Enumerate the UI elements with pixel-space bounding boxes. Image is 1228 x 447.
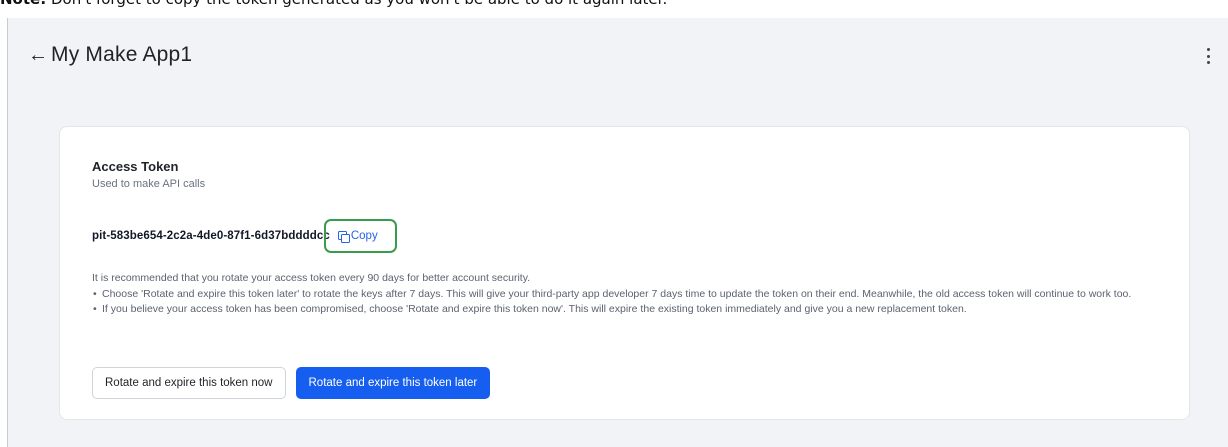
info-list: Choose 'Rotate and expire this token lat…	[92, 287, 1162, 318]
info-bullet: Choose 'Rotate and expire this token lat…	[92, 287, 1162, 303]
kebab-dot	[1206, 54, 1210, 58]
note-banner: Note: Don't forget to copy the token gen…	[0, 0, 1228, 10]
info-bullet: If you believe your access token has bee…	[92, 302, 1162, 318]
note-text: Don't forget to copy the token generated…	[46, 0, 667, 8]
rotate-later-button[interactable]: Rotate and expire this token later	[295, 367, 491, 399]
page-header: ← My Make App1	[28, 43, 192, 67]
copy-label: Copy	[350, 230, 378, 242]
page-title: My Make App1	[51, 43, 193, 66]
app-frame: ← My Make App1 Access Token Used to make…	[7, 18, 1228, 447]
copy-button[interactable]: Copy	[323, 219, 397, 253]
token-row: pit-583be654-2c2a-4de0-87f1-6d37bddddcc …	[92, 219, 397, 253]
kebab-dot	[1206, 61, 1210, 64]
access-token-card: Access Token Used to make API calls pit-…	[59, 126, 1190, 420]
token-value: pit-583be654-2c2a-4de0-87f1-6d37bddddcc	[92, 230, 330, 242]
section-subtitle: Used to make API calls	[92, 178, 206, 190]
back-arrow-icon[interactable]: ←	[28, 45, 48, 65]
rotation-info: It is recommended that you rotate your a…	[92, 271, 1162, 318]
rotate-now-button[interactable]: Rotate and expire this token now	[92, 367, 286, 399]
kebab-dot	[1206, 48, 1210, 51]
info-intro: It is recommended that you rotate your a…	[92, 272, 531, 284]
section-title: Access Token	[92, 159, 179, 174]
action-buttons: Rotate and expire this token now Rotate …	[92, 367, 491, 399]
kebab-menu-icon[interactable]	[1206, 48, 1210, 64]
note-prefix: Note:	[0, 0, 46, 8]
copy-icon	[337, 230, 350, 243]
